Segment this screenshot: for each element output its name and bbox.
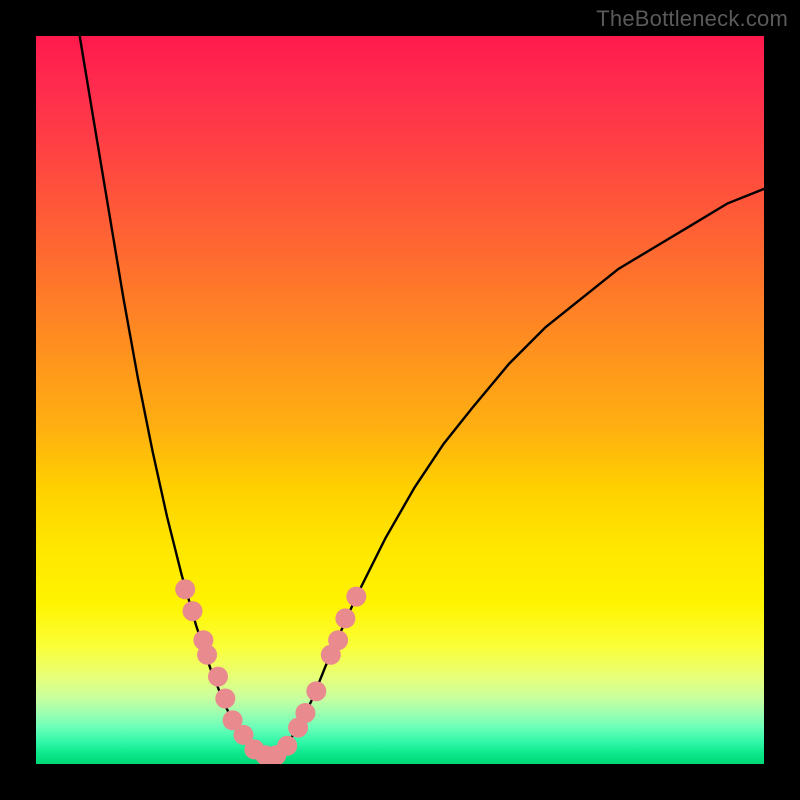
marker-dot — [208, 667, 228, 687]
chart-container: TheBottleneck.com — [0, 0, 800, 800]
marker-dot — [346, 587, 366, 607]
marker-dot — [277, 736, 297, 756]
watermark-text: TheBottleneck.com — [596, 6, 788, 32]
marker-dot — [335, 608, 355, 628]
curve-left — [80, 36, 269, 757]
marker-dot — [197, 645, 217, 665]
curve-right — [269, 189, 764, 757]
plot-area — [36, 36, 764, 764]
marker-dot — [328, 630, 348, 650]
marker-dot — [306, 681, 326, 701]
marker-dot — [295, 703, 315, 723]
marker-dot — [175, 579, 195, 599]
overlay-svg — [36, 36, 764, 764]
data-markers — [175, 579, 366, 764]
marker-dot — [183, 601, 203, 621]
marker-dot — [215, 689, 235, 709]
